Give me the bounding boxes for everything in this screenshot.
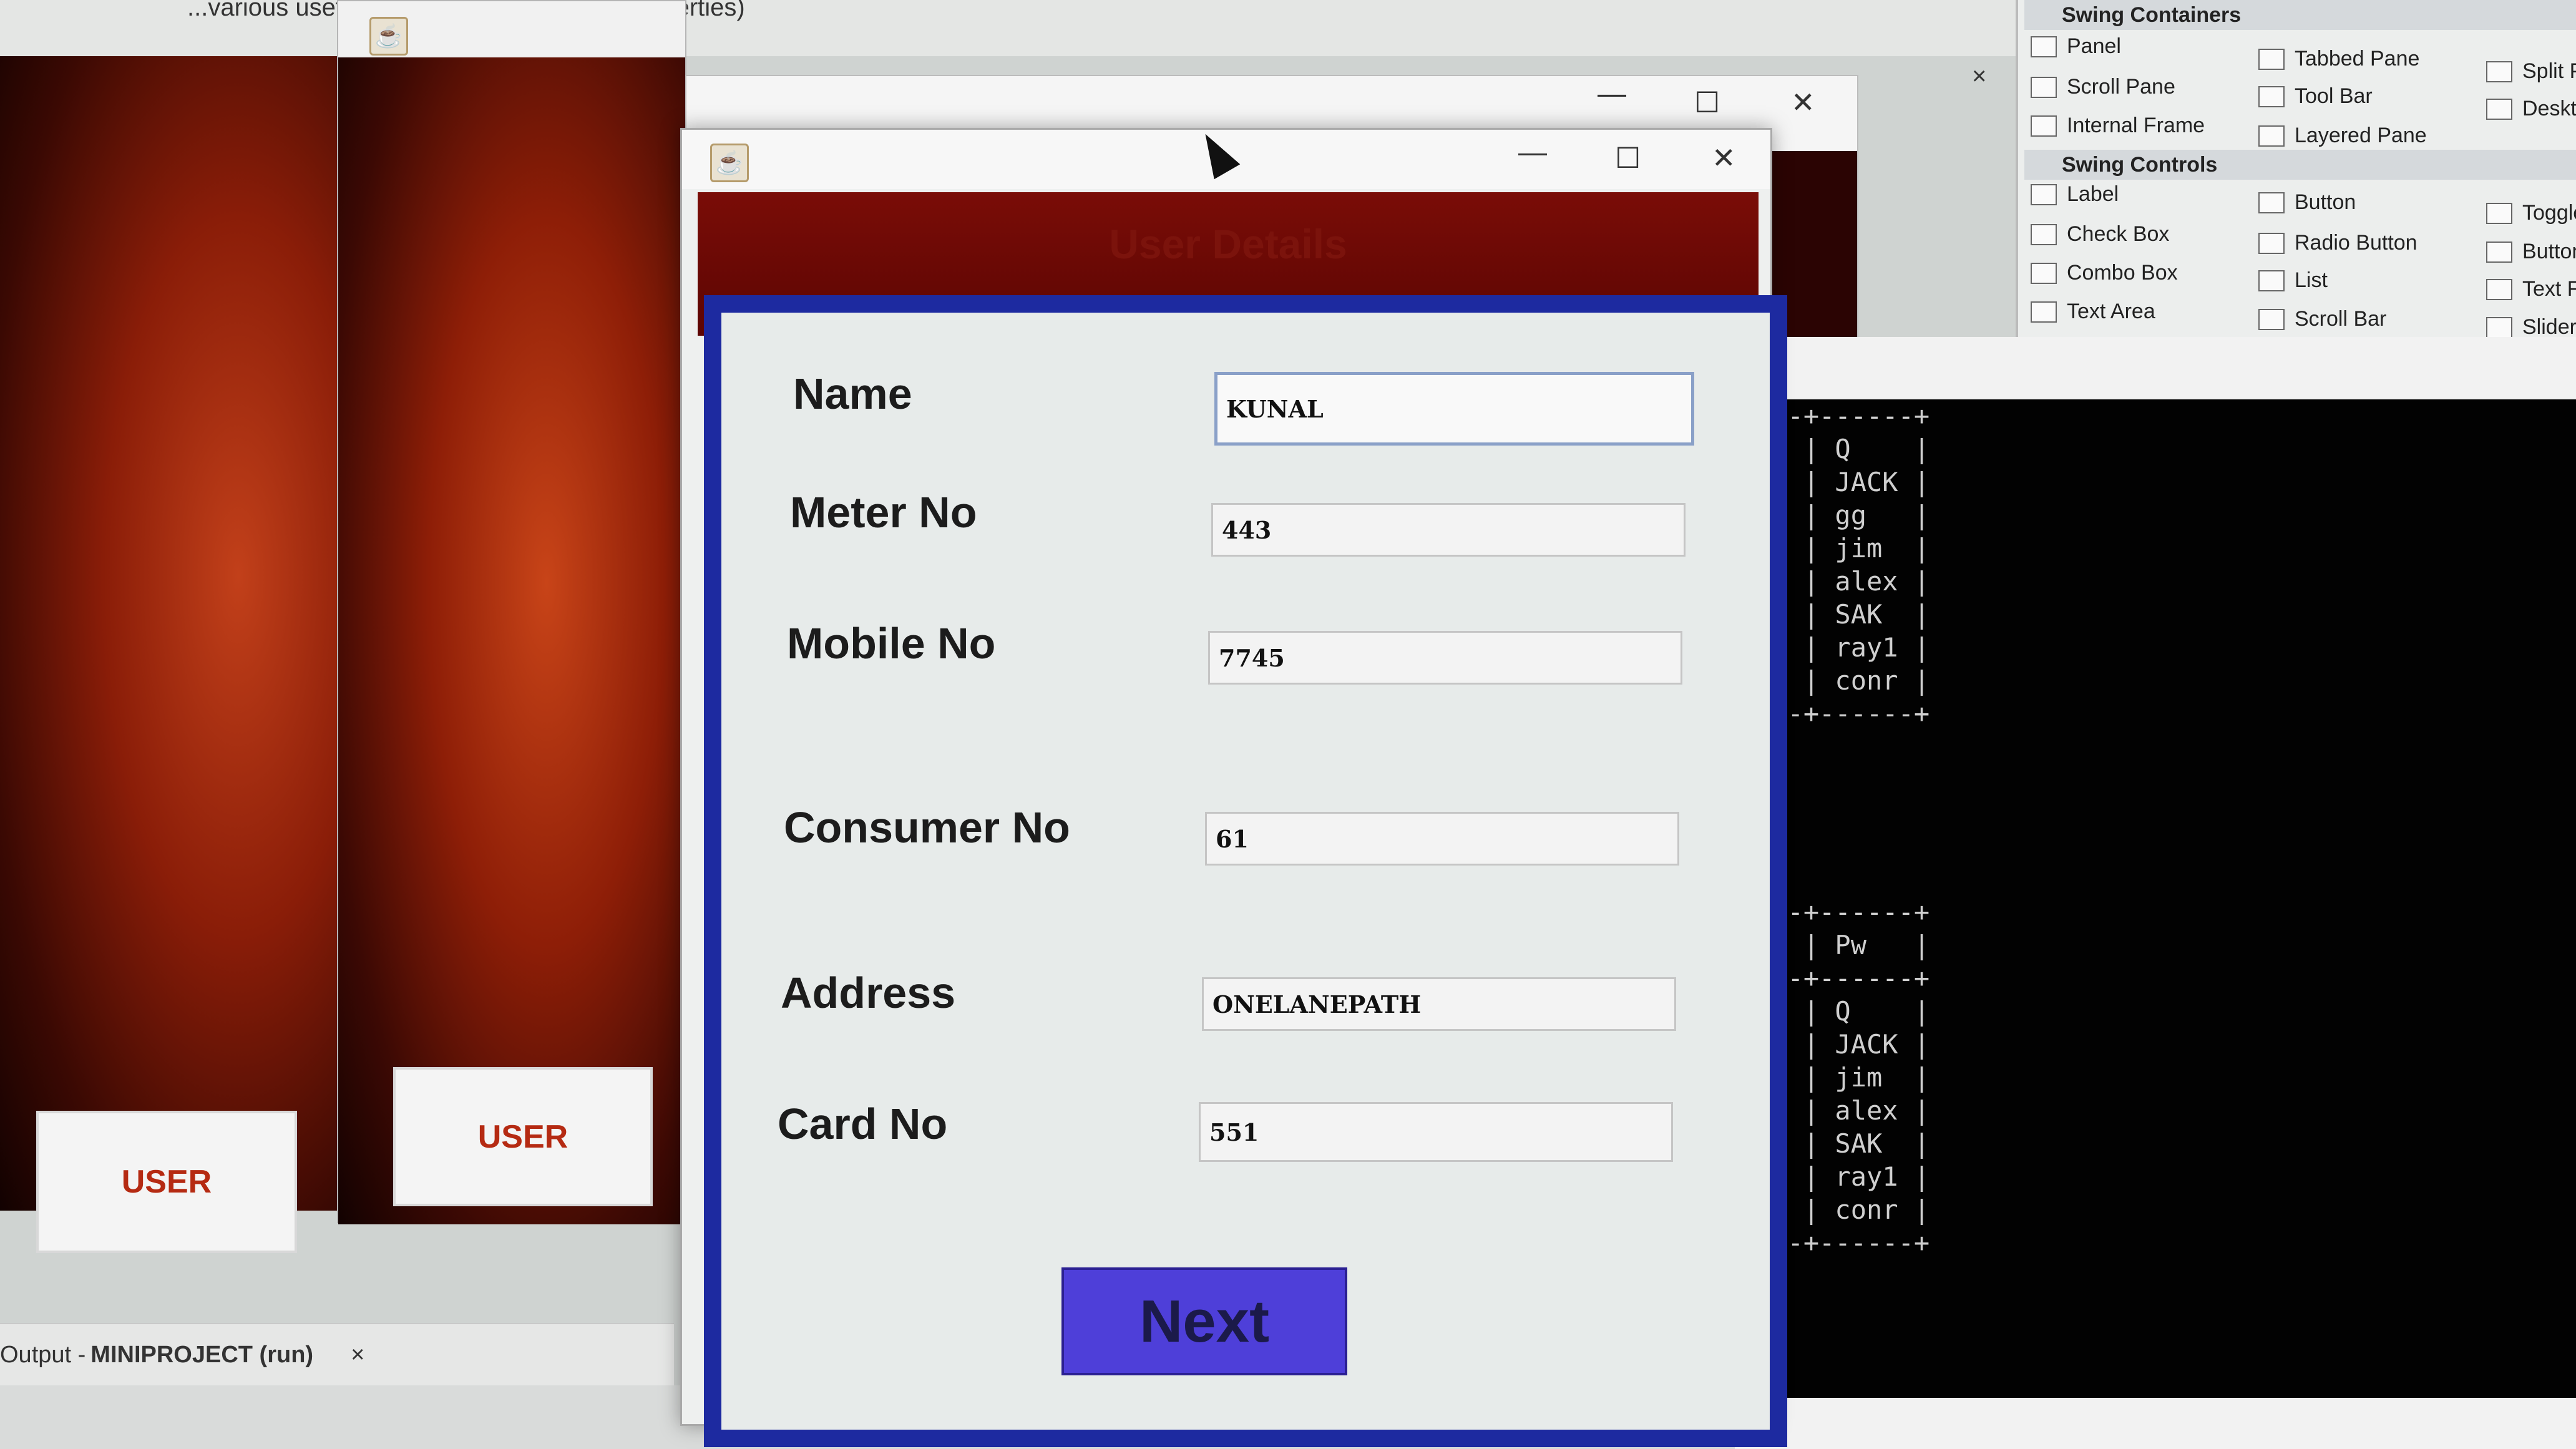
palette-item-internal-frame[interactable]: Internal Frame <box>2031 114 2205 138</box>
palette-item-text-area[interactable]: Text Area <box>2031 300 2155 324</box>
card-no-label: Card No <box>778 1100 948 1148</box>
background-window-2: ☕ USER <box>337 0 686 1224</box>
ide-top-strip: ...various useful settings of the form (… <box>0 0 2016 56</box>
form-panel: Name KUNAL Meter No 443 Mobile No 7745 C… <box>704 295 1787 1447</box>
mobile-no-label: Mobile No <box>787 619 996 668</box>
user-button[interactable]: USER <box>36 1111 297 1253</box>
desktop-icon <box>2486 98 2512 120</box>
address-label: Address <box>781 968 956 1017</box>
close-icon[interactable]: × <box>1972 62 1986 90</box>
meter-no-field[interactable]: 443 <box>1211 503 1686 557</box>
palette-item-toggle[interactable]: Toggle <box>2486 201 2576 225</box>
palette-item-tabbed-pane[interactable]: Tabbed Pane <box>2258 47 2419 71</box>
palette-item-text-field[interactable]: Text Fie <box>2486 277 2576 301</box>
swing-palette: Swing Containers Panel Tabbed Pane Split… <box>2016 0 2576 346</box>
next-button[interactable]: Next <box>1061 1267 1347 1375</box>
close-icon[interactable]: ✕ <box>1712 141 1736 175</box>
text-field-icon <box>2486 278 2512 300</box>
consumer-no-label: Consumer No <box>784 803 1070 852</box>
palette-item-panel[interactable]: Panel <box>2031 34 2121 59</box>
palette-section-controls[interactable]: Swing Controls <box>2024 150 2576 180</box>
layered-pane-icon <box>2258 125 2285 147</box>
page-title: User Details <box>1109 221 1347 267</box>
palette-item-layered-pane[interactable]: Layered Pane <box>2258 124 2427 148</box>
scroll-bar-icon <box>2258 308 2285 330</box>
name-field[interactable]: KUNAL <box>1214 372 1694 446</box>
maximize-icon[interactable]: ☐ <box>1615 141 1641 175</box>
tabbed-pane-icon <box>2258 48 2285 70</box>
name-label: Name <box>793 369 912 418</box>
palette-section-containers[interactable]: Swing Containers <box>2024 0 2576 30</box>
scroll-pane-icon <box>2031 76 2057 98</box>
tool-bar-icon <box>2258 85 2285 107</box>
toggle-icon <box>2486 202 2512 224</box>
window-titlebar: ☕ <box>338 1 685 57</box>
palette-item-scroll-bar[interactable]: Scroll Bar <box>2258 307 2386 331</box>
output-tab[interactable]: Output - MINIPROJECT (run) × <box>0 1323 674 1385</box>
check-box-icon <box>2031 223 2057 245</box>
console-output[interactable]: ---+------+ .1 | Q | .0 | JACK | 31 | gg… <box>1735 399 2576 1398</box>
palette-item-check-box[interactable]: Check Box <box>2031 222 2169 246</box>
palette-item-label[interactable]: Label <box>2031 182 2119 207</box>
palette-item-scroll-pane[interactable]: Scroll Pane <box>2031 75 2175 99</box>
meter-no-label: Meter No <box>790 488 977 537</box>
mobile-no-field[interactable]: 7745 <box>1208 631 1682 685</box>
maximize-icon[interactable]: ☐ <box>1694 85 1720 119</box>
button-icon <box>2258 192 2285 213</box>
java-app-icon: ☕ <box>710 144 749 182</box>
minimize-icon[interactable]: — <box>1518 135 1547 168</box>
user-details-window: ☕ — ☐ ✕ User Details Name KUNAL Meter No… <box>680 128 1787 1447</box>
palette-item-desktop[interactable]: Desktop <box>2486 97 2576 121</box>
list-icon <box>2258 270 2285 291</box>
button-group-icon <box>2486 241 2512 263</box>
text-area-icon <box>2031 301 2057 323</box>
palette-item-button-group[interactable]: Button G <box>2486 240 2576 264</box>
palette-item-split-pane[interactable]: Split Pa <box>2486 59 2576 84</box>
output-tab-project: MINIPROJECT (run) <box>90 1341 314 1368</box>
internal-frame-icon <box>2031 115 2057 137</box>
background-image <box>338 57 685 1224</box>
panel-icon <box>2031 36 2057 57</box>
palette-item-button[interactable]: Button <box>2258 190 2356 215</box>
radio-button-icon <box>2258 232 2285 254</box>
palette-item-slider[interactable]: Slider <box>2486 315 2576 339</box>
palette-item-radio-button[interactable]: Radio Button <box>2258 231 2417 255</box>
slider-icon <box>2486 316 2512 338</box>
minimize-icon[interactable]: — <box>1598 76 1626 110</box>
card-no-field[interactable]: 551 <box>1199 1102 1673 1162</box>
consumer-no-field[interactable]: 61 <box>1205 812 1679 866</box>
address-field[interactable]: ONELANEPATH <box>1202 977 1676 1031</box>
close-icon[interactable]: × <box>351 1342 364 1368</box>
java-app-icon: ☕ <box>369 17 408 56</box>
output-tab-prefix: Output - <box>0 1341 86 1368</box>
close-icon[interactable]: ✕ <box>1791 85 1815 119</box>
background-image <box>0 56 340 1211</box>
label-icon <box>2031 183 2057 205</box>
palette-item-combo-box[interactable]: Combo Box <box>2031 261 2178 285</box>
combo-box-icon <box>2031 262 2057 284</box>
user-button[interactable]: USER <box>393 1067 653 1206</box>
palette-item-list[interactable]: List <box>2258 268 2328 293</box>
split-pane-icon <box>2486 61 2512 82</box>
palette-item-tool-bar[interactable]: Tool Bar <box>2258 84 2373 109</box>
background-window-1: USER <box>0 56 340 1253</box>
